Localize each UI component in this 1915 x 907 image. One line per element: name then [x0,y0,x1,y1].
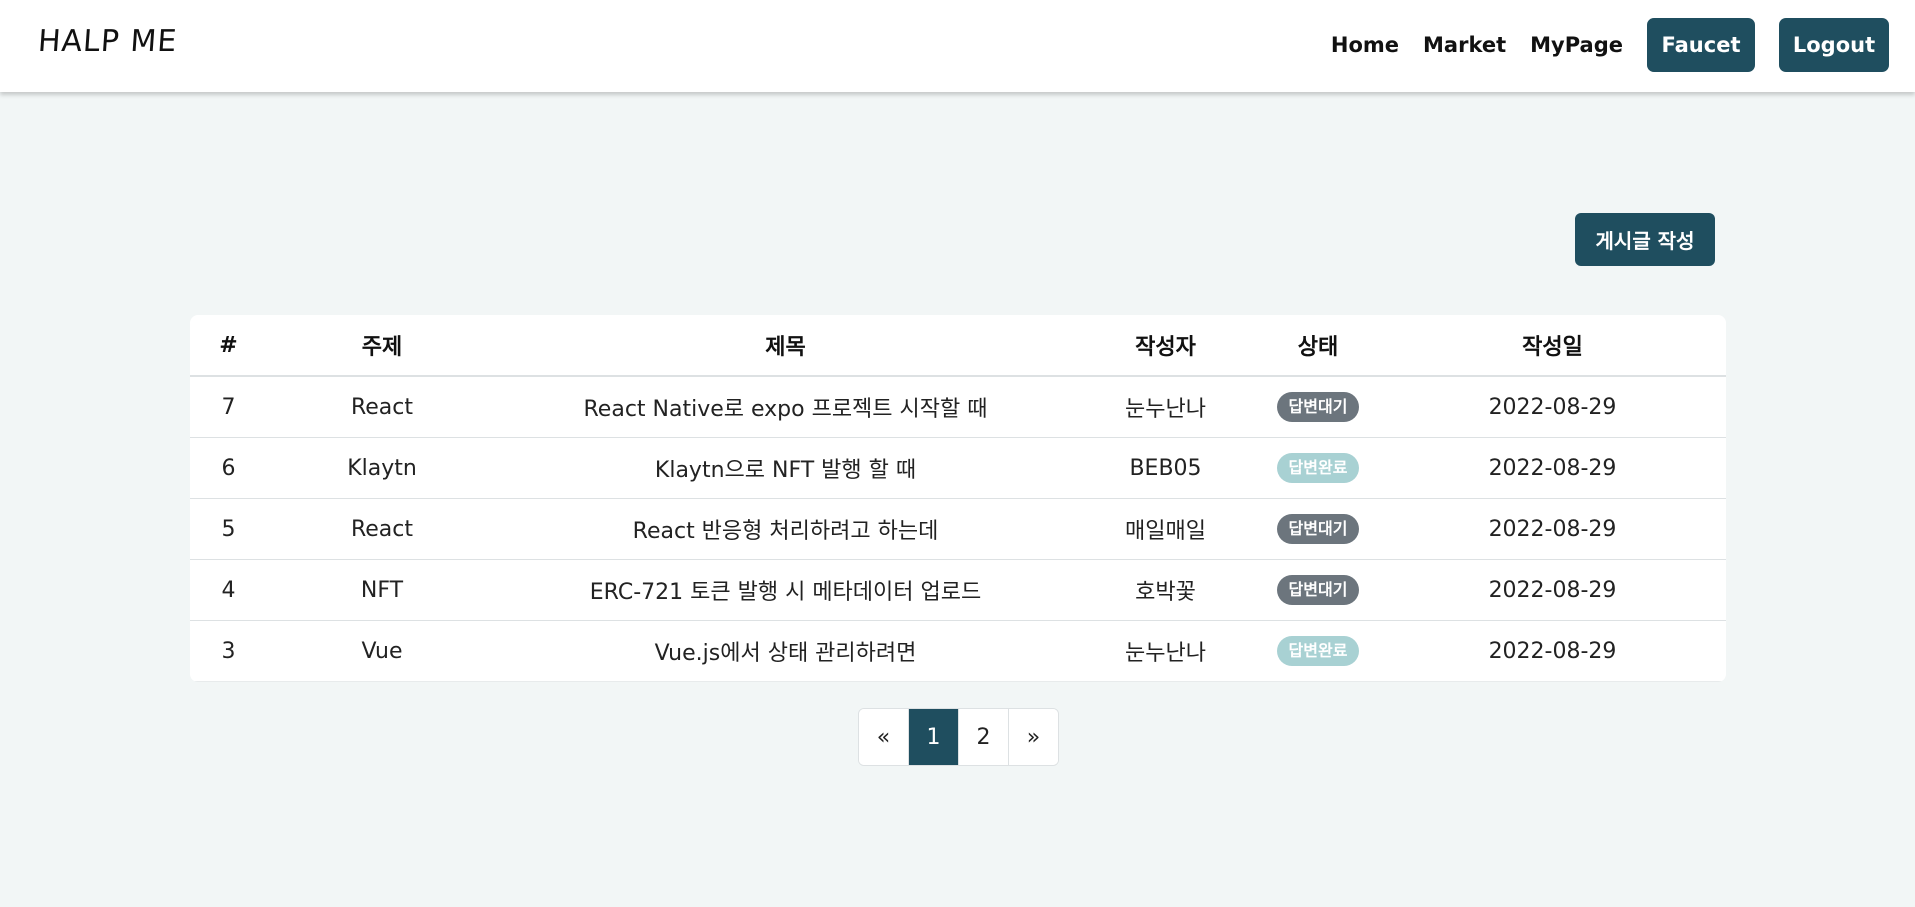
nav-link-market[interactable]: Market [1423,33,1506,57]
nav-links: Home Market MyPage Faucet Logout [1331,18,1889,72]
row-number: 7 [190,376,267,438]
status-badge: 답변완료 [1276,636,1360,666]
status-badge: 답변대기 [1276,514,1360,544]
column-header-title: 제목 [497,315,1074,377]
row-date: 2022-08-29 [1379,620,1726,682]
row-topic: Vue [267,620,497,682]
row-title-link[interactable]: ERC-721 토큰 발행 시 메타데이터 업로드 [497,559,1074,621]
nav-link-mypage[interactable]: MyPage [1530,33,1623,57]
column-header-author: 작성자 [1074,315,1257,377]
row-author: 호박꽃 [1074,559,1257,621]
row-status-cell: 답변완료 [1257,620,1379,682]
top-navbar: HALP ME Home Market MyPage Faucet Logout [0,0,1915,92]
pagination: « 1 2 » [858,708,1059,766]
logout-button[interactable]: Logout [1779,18,1889,72]
table-row[interactable]: 7 React React Native로 expo 프로젝트 시작할 때 눈누… [190,376,1726,438]
brand-logo[interactable]: HALP ME [37,24,179,59]
board-table: # 주제 제목 작성자 상태 작성일 7 React React Native로… [190,315,1726,682]
row-number: 3 [190,620,267,682]
row-title-link[interactable]: React Native로 expo 프로젝트 시작할 때 [497,376,1074,438]
status-badge: 답변대기 [1276,392,1360,422]
row-topic: React [267,376,497,438]
row-status-cell: 답변대기 [1257,559,1379,621]
pagination-page-2[interactable]: 2 [959,709,1009,765]
row-title-link[interactable]: Klaytn으로 NFT 발행 할 때 [497,437,1074,499]
column-header-status: 상태 [1257,315,1379,377]
nav-link-home[interactable]: Home [1331,33,1399,57]
column-header-topic: 주제 [267,315,497,377]
status-badge: 답변완료 [1276,453,1360,483]
write-post-button[interactable]: 게시글 작성 [1575,213,1715,266]
row-title-link[interactable]: React 반응형 처리하려고 하는데 [497,498,1074,560]
row-status-cell: 답변대기 [1257,376,1379,438]
row-date: 2022-08-29 [1379,437,1726,499]
table-row[interactable]: 6 Klaytn Klaytn으로 NFT 발행 할 때 BEB05 답변완료 … [190,437,1726,499]
row-author: BEB05 [1074,437,1257,499]
row-number: 5 [190,498,267,560]
row-status-cell: 답변대기 [1257,498,1379,560]
table-row[interactable]: 5 React React 반응형 처리하려고 하는데 매일매일 답변대기 20… [190,498,1726,560]
status-badge: 답변대기 [1276,575,1360,605]
row-date: 2022-08-29 [1379,498,1726,560]
faucet-button[interactable]: Faucet [1647,18,1755,72]
table-header-row: # 주제 제목 작성자 상태 작성일 [190,315,1726,377]
board-table-container: # 주제 제목 작성자 상태 작성일 7 React React Native로… [190,315,1726,682]
column-header-date: 작성일 [1379,315,1726,377]
column-header-number: # [190,315,267,377]
row-number: 6 [190,437,267,499]
row-status-cell: 답변완료 [1257,437,1379,499]
pagination-page-1[interactable]: 1 [909,709,959,765]
row-date: 2022-08-29 [1379,376,1726,438]
row-topic: React [267,498,497,560]
row-topic: Klaytn [267,437,497,499]
table-row[interactable]: 3 Vue Vue.js에서 상태 관리하려면 눈누난나 답변완료 2022-0… [190,620,1726,682]
row-author: 눈누난나 [1074,376,1257,438]
row-title-link[interactable]: Vue.js에서 상태 관리하려면 [497,620,1074,682]
pagination-prev-button[interactable]: « [859,709,909,765]
table-row[interactable]: 4 NFT ERC-721 토큰 발행 시 메타데이터 업로드 호박꽃 답변대기… [190,559,1726,621]
row-author: 매일매일 [1074,498,1257,560]
row-topic: NFT [267,559,497,621]
pagination-next-button[interactable]: » [1009,709,1058,765]
row-date: 2022-08-29 [1379,559,1726,621]
row-author: 눈누난나 [1074,620,1257,682]
row-number: 4 [190,559,267,621]
